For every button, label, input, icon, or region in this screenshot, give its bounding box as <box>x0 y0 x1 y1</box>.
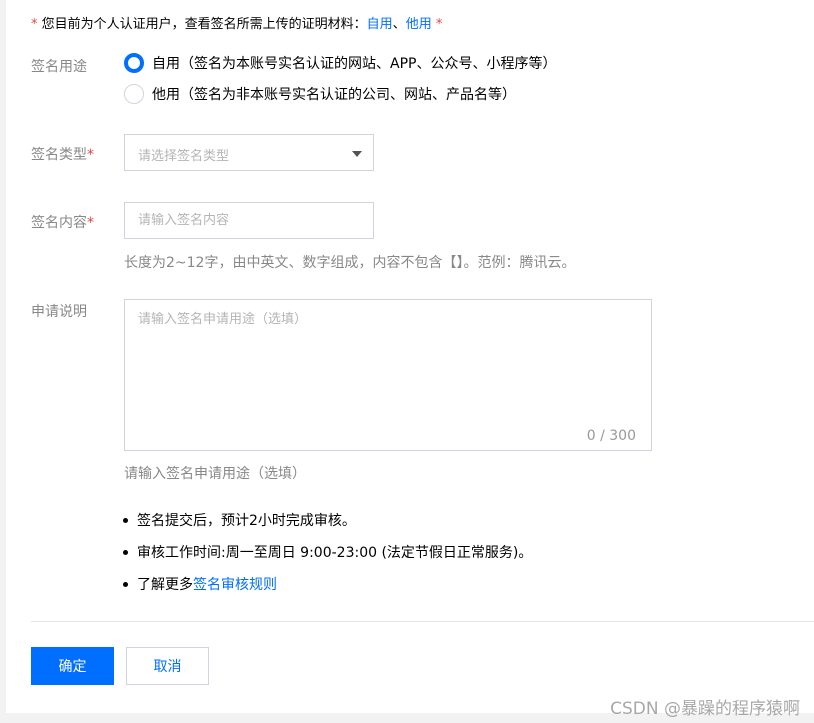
bullet-icon <box>123 517 128 523</box>
sign-type-label-text: 签名类型 <box>31 147 87 163</box>
radio-checked-icon[interactable] <box>124 53 144 73</box>
divider <box>31 621 814 622</box>
notice-star-right: * <box>435 17 443 32</box>
watermark: CSDN @暴躁的程序猿啊 <box>610 699 800 719</box>
sign-type-placeholder: 请选择签名类型 <box>138 149 230 164</box>
usage-option-self-label: 自用（签名为本账号实名认证的网站、APP、公众号、小程序等） <box>152 56 557 72</box>
usage-option-self[interactable]: 自用（签名为本账号实名认证的网站、APP、公众号、小程序等） <box>124 53 556 73</box>
description-field: 0 / 300 <box>124 299 652 451</box>
sign-content-input[interactable] <box>124 202 374 239</box>
char-counter: 0 / 300 <box>586 428 636 444</box>
bullet-icon <box>123 581 128 587</box>
description-textarea[interactable] <box>125 300 651 450</box>
sign-type-select[interactable]: 请选择签名类型 <box>124 134 374 171</box>
sign-content-label: 签名内容* <box>31 212 94 232</box>
usage-option-other[interactable]: 他用（签名为非本账号实名认证的公司、网站、产品名等） <box>124 84 516 104</box>
signature-form-panel: * 您目前为个人认证用户，查看签名所需上传的证明材料：自用、他用 * 签名用途 … <box>6 0 814 713</box>
notice-link-self[interactable]: 自用 <box>367 17 393 32</box>
notice-separator: 、 <box>392 17 406 32</box>
bullet-icon <box>123 549 128 555</box>
tip-item-review-time: 签名提交后，预计2小时完成审核。 <box>123 510 356 530</box>
sign-content-label-text: 签名内容 <box>31 215 87 231</box>
tip-text: 签名提交后，预计2小时完成审核。 <box>137 513 356 529</box>
notice-text: 您目前为个人认证用户，查看签名所需上传的证明材料： <box>41 17 367 32</box>
radio-unchecked-icon[interactable] <box>124 84 144 104</box>
cancel-button[interactable]: 取消 <box>126 647 209 685</box>
sign-type-label: 签名类型* <box>31 144 94 164</box>
usage-label: 签名用途 <box>31 59 87 75</box>
confirm-button[interactable]: 确定 <box>31 647 114 685</box>
tip-item-work-hours: 审核工作时间:周一至周日 9:00-23:00 (法定节假日正常服务)。 <box>123 542 532 562</box>
tip-text: 了解更多 <box>137 577 193 593</box>
required-mark: * <box>87 215 94 231</box>
sign-content-hint: 长度为2~12字，由中英文、数字组成，内容不包含【】。范例：腾讯云。 <box>124 255 576 271</box>
caret-down-icon <box>352 151 362 157</box>
required-mark: * <box>87 147 94 163</box>
tip-text: 审核工作时间:周一至周日 9:00-23:00 (法定节假日正常服务)。 <box>137 545 533 561</box>
notice-link-other[interactable]: 他用 <box>406 17 432 32</box>
notice-star-left: * <box>31 17 38 32</box>
tip-item-rules: 了解更多 签名审核规则 <box>123 574 277 594</box>
notice-bar: * 您目前为个人认证用户，查看签名所需上传的证明材料：自用、他用 * <box>31 13 442 32</box>
usage-option-other-label: 他用（签名为非本账号实名认证的公司、网站、产品名等） <box>152 87 516 103</box>
description-label: 申请说明 <box>31 304 87 320</box>
review-rules-link[interactable]: 签名审核规则 <box>193 574 277 594</box>
description-hint: 请输入签名申请用途（选填） <box>124 466 306 482</box>
